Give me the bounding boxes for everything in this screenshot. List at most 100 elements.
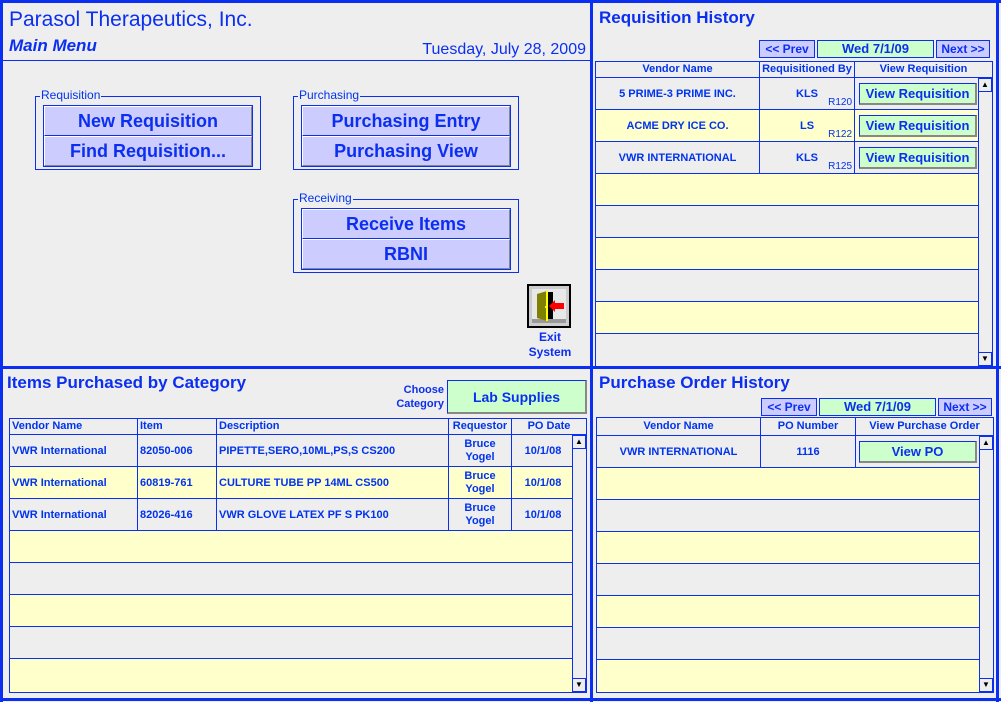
empty-row bbox=[596, 174, 978, 206]
choose-label-line2: Category bbox=[396, 398, 444, 410]
table-row: VWR INTERNATIONAL KLS R125 View Requisit… bbox=[596, 142, 978, 174]
col-requisitioned-by: Requisitioned By bbox=[760, 62, 855, 77]
items-by-category-title: Items Purchased by Category bbox=[7, 373, 247, 392]
table-row: VWR INTERNATIONAL 1116 View PO bbox=[597, 436, 979, 468]
vendor-cell: VWR International bbox=[10, 499, 138, 530]
vendor-cell: VWR INTERNATIONAL bbox=[596, 142, 760, 173]
requisition-buttons: New Requisition Find Requisition... bbox=[43, 105, 253, 167]
requestor-cell: Bruce Yogel bbox=[449, 467, 512, 498]
exit-system-button[interactable] bbox=[527, 284, 571, 328]
exit-system-label: Exit System bbox=[520, 330, 580, 360]
empty-row bbox=[597, 468, 979, 500]
table-row: 5 PRIME-3 PRIME INC. KLS R120 View Requi… bbox=[596, 78, 978, 110]
description-cell: CULTURE TUBE PP 14ML CS500 bbox=[217, 467, 449, 498]
items-scrollbar[interactable]: ▲ ▼ bbox=[572, 435, 586, 692]
vendor-cell: 5 PRIME-3 PRIME INC. bbox=[596, 78, 760, 109]
requisition-group-label: Requisition bbox=[40, 88, 102, 102]
vendor-cell: VWR INTERNATIONAL bbox=[597, 436, 761, 467]
items-rows: VWR International 82050-006 PIPETTE,SERO… bbox=[10, 435, 572, 692]
vendor-cell: VWR International bbox=[10, 435, 138, 466]
requestor-last: Yogel bbox=[465, 514, 495, 527]
purchasing-entry-button[interactable]: Purchasing Entry bbox=[302, 106, 510, 136]
frame-right bbox=[996, 0, 999, 702]
requestor-last: Yogel bbox=[465, 450, 495, 463]
empty-row bbox=[596, 270, 978, 302]
description-cell: VWR GLOVE LATEX PF S PK100 bbox=[217, 499, 449, 530]
empty-row bbox=[597, 564, 979, 596]
requisition-date-display: Wed 7/1/09 bbox=[817, 40, 934, 58]
empty-row bbox=[597, 628, 979, 660]
requisition-header-row: Vendor Name Requisitioned By View Requis… bbox=[596, 62, 992, 78]
item-cell: 82026-416 bbox=[138, 499, 217, 530]
item-cell: 60819-761 bbox=[138, 467, 217, 498]
requestor-first: Bruce bbox=[464, 469, 496, 482]
purchasing-group-label: Purchasing bbox=[298, 88, 361, 102]
table-row: ACME DRY ICE CO. LS R122 View Requisitio… bbox=[596, 110, 978, 142]
requisition-code: R120 bbox=[828, 97, 852, 108]
requestor-cell: Bruce Yogel bbox=[449, 435, 512, 466]
current-date: Tuesday, July 28, 2009 bbox=[422, 41, 586, 58]
scroll-down-icon[interactable]: ▼ bbox=[979, 352, 992, 366]
header-divider bbox=[3, 60, 590, 61]
empty-row bbox=[596, 206, 978, 238]
empty-row bbox=[597, 532, 979, 564]
scroll-up-icon[interactable]: ▲ bbox=[980, 436, 993, 450]
col-vendor-name: Vendor Name bbox=[597, 418, 761, 435]
po-date-cell: 10/1/08 bbox=[524, 444, 562, 457]
items-grid: Vendor Name Item Description Requestor P… bbox=[9, 418, 587, 693]
purchasing-view-button[interactable]: Purchasing View bbox=[302, 136, 510, 166]
receive-items-button[interactable]: Receive Items bbox=[302, 209, 510, 239]
requisitioned-by-cell: KLS R125 bbox=[760, 142, 855, 173]
empty-row bbox=[10, 595, 572, 627]
requestor-cell: Bruce Yogel bbox=[449, 499, 512, 530]
empty-row bbox=[10, 627, 572, 659]
col-po-date: PO Date bbox=[527, 420, 571, 432]
requisitioned-by-cell: KLS R120 bbox=[760, 78, 855, 109]
empty-row bbox=[596, 302, 978, 334]
table-row: VWR International 82026-416 VWR GLOVE LA… bbox=[10, 499, 572, 531]
empty-row bbox=[597, 596, 979, 628]
scroll-down-icon[interactable]: ▼ bbox=[980, 678, 993, 692]
requisition-scrollbar[interactable]: ▲ ▼ bbox=[978, 78, 992, 366]
po-next-button[interactable]: Next >> bbox=[938, 398, 992, 416]
vendor-cell: VWR International bbox=[10, 467, 138, 498]
requisition-next-button[interactable]: Next >> bbox=[936, 40, 990, 58]
requisition-history-title: Requisition History bbox=[599, 8, 755, 27]
scroll-up-icon[interactable]: ▲ bbox=[979, 78, 992, 92]
col-vendor-name: Vendor Name bbox=[596, 62, 760, 77]
requisition-rows: 5 PRIME-3 PRIME INC. KLS R120 View Requi… bbox=[596, 78, 978, 366]
empty-row bbox=[597, 500, 979, 532]
find-requisition-button[interactable]: Find Requisition... bbox=[44, 136, 252, 166]
view-requisition-button[interactable]: View Requisition bbox=[859, 115, 977, 137]
new-requisition-button[interactable]: New Requisition bbox=[44, 106, 252, 136]
category-selector[interactable]: Lab Supplies bbox=[447, 380, 587, 414]
company-title: Parasol Therapeutics, Inc. bbox=[9, 8, 253, 31]
view-requisition-button[interactable]: View Requisition bbox=[859, 83, 977, 105]
po-prev-button[interactable]: << Prev bbox=[761, 398, 817, 416]
po-number-cell: 1116 bbox=[761, 436, 856, 467]
frame-bottom bbox=[0, 698, 1001, 701]
empty-row bbox=[10, 531, 572, 563]
requisition-code: R125 bbox=[828, 161, 852, 172]
view-requisition-button[interactable]: View Requisition bbox=[859, 147, 977, 169]
rbni-button[interactable]: RBNI bbox=[302, 239, 510, 269]
frame-top bbox=[0, 0, 1001, 3]
requestor-last: Yogel bbox=[465, 482, 495, 495]
choose-category-label: Choose Category bbox=[380, 383, 444, 411]
scroll-up-icon[interactable]: ▲ bbox=[573, 435, 586, 449]
exit-door-icon bbox=[529, 286, 569, 326]
col-vendor-name: Vendor Name bbox=[10, 419, 138, 434]
purchasing-group: Purchasing Purchasing Entry Purchasing V… bbox=[293, 88, 519, 170]
page-subtitle: Main Menu bbox=[9, 36, 97, 55]
requisition-prev-button[interactable]: << Prev bbox=[759, 40, 815, 58]
po-date-cell: 10/1/08 bbox=[524, 476, 562, 489]
po-history-title: Purchase Order History bbox=[599, 373, 790, 392]
requestor-first: Bruce bbox=[464, 437, 496, 450]
requisitioned-by: KLS bbox=[796, 87, 818, 100]
scroll-down-icon[interactable]: ▼ bbox=[573, 678, 586, 692]
view-po-button[interactable]: View PO bbox=[859, 441, 977, 463]
po-scrollbar[interactable]: ▲ ▼ bbox=[979, 436, 993, 692]
choose-label-line1: Choose bbox=[403, 384, 444, 396]
requisition-group: Requisition New Requisition Find Requisi… bbox=[35, 88, 261, 170]
po-date-cell: 10/1/08 bbox=[524, 508, 562, 521]
